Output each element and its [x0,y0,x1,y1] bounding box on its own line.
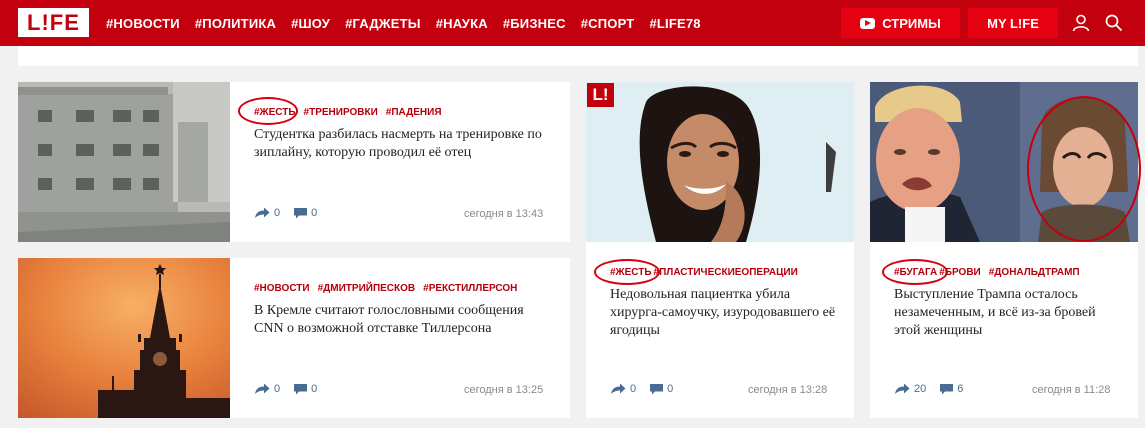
tag[interactable]: #ДОНАЛЬДТРАМП [989,267,1080,278]
nav-item-gadgets[interactable]: #ГАДЖЕТЫ [345,16,421,31]
tag[interactable]: #БРОВИ [939,267,980,278]
main-nav: #НОВОСТИ #ПОЛИТИКА #ШОУ #ГАДЖЕТЫ #НАУКА … [106,0,716,46]
card-2-title[interactable]: В Кремле считают голословными сообщения … [254,302,554,338]
card-3-title[interactable]: Недовольная пациентка убила хирурга-само… [610,286,840,340]
comment-icon[interactable] [650,383,664,395]
search-icon[interactable] [1104,13,1124,33]
tag[interactable]: #БУГАГА [894,267,937,278]
content-top-strip [18,46,1138,66]
card-4-tags: #БУГАГА #БРОВИ #ДОНАЛЬДТРАМП [894,267,1088,278]
share-icon[interactable] [610,383,626,395]
news-image-kremlin[interactable] [18,258,230,418]
card-3-time: сегодня в 13:28 [748,384,828,396]
youtube-icon [860,17,876,29]
card-3-meta: 0 0 [610,383,687,395]
nav-item-business[interactable]: #БИЗНЕС [503,16,566,31]
highlight-circle [1027,96,1141,242]
comment-count: 0 [311,383,318,395]
card-1-title[interactable]: Студентка разбилась насмерть на трениров… [254,126,544,162]
share-count: 0 [274,383,281,395]
card-1-time: сегодня в 13:43 [464,208,544,220]
nav-item-sport[interactable]: #СПОРТ [581,16,635,31]
share-count: 20 [914,383,927,395]
tag[interactable]: #ПАДЕНИЯ [386,107,442,118]
news-image-building[interactable] [18,82,230,242]
comment-count: 0 [311,207,318,219]
card-4-title[interactable]: Выступление Трампа осталось незамеченным… [894,286,1124,340]
nav-item-science[interactable]: #НАУКА [436,16,488,31]
life-badge: L! [587,83,614,107]
tag[interactable]: #ДМИТРИЙПЕСКОВ [318,283,416,294]
comment-icon[interactable] [294,207,308,219]
news-image-woman-smiling[interactable] [586,82,854,242]
card-2-time: сегодня в 13:25 [464,384,544,396]
card-4-time: сегодня в 11:28 [1032,384,1111,396]
comment-icon[interactable] [940,383,954,395]
tag[interactable]: #ЖЕСТЬ [610,267,652,278]
card-2-meta: 0 0 [254,383,331,395]
user-icon[interactable] [1071,13,1091,33]
tag[interactable]: #РЕКСТИЛЛЕРСОН [423,283,517,294]
streams-label: СТРИМЫ [882,15,941,31]
card-2-tags: #НОВОСТИ #ДМИТРИЙПЕСКОВ #РЕКСТИЛЛЕРСОН [254,283,525,294]
comment-count: 0 [667,383,674,395]
nav-item-life78[interactable]: #LIFE78 [649,16,700,31]
streams-button[interactable]: СТРИМЫ [841,8,960,38]
card-4-meta: 20 6 [894,383,977,395]
comment-icon[interactable] [294,383,308,395]
share-count: 0 [630,383,637,395]
tag[interactable]: #ПЛАСТИЧЕСКИЕОПЕРАЦИИ [654,267,798,278]
share-icon[interactable] [894,383,910,395]
share-count: 0 [274,207,281,219]
nav-item-politics[interactable]: #ПОЛИТИКА [195,16,276,31]
card-1-tags: #ЖЕСТЬ #ТРЕНИРОВКИ #ПАДЕНИЯ [254,107,450,118]
comment-count: 6 [957,383,964,395]
card-3-tags: #ЖЕСТЬ #ПЛАСТИЧЕСКИЕОПЕРАЦИИ [610,267,806,278]
top-navigation-bar: L!FE #НОВОСТИ #ПОЛИТИКА #ШОУ #ГАДЖЕТЫ #Н… [0,0,1145,46]
card-1-meta: 0 0 [254,207,331,219]
my-life-button[interactable]: MY L!FE [968,8,1058,38]
nav-item-news[interactable]: #НОВОСТИ [106,16,180,31]
life-logo[interactable]: L!FE [18,8,89,37]
nav-item-show[interactable]: #ШОУ [291,16,330,31]
tag[interactable]: #НОВОСТИ [254,283,310,294]
tag[interactable]: #ТРЕНИРОВКИ [304,107,378,118]
tag[interactable]: #ЖЕСТЬ [254,107,296,118]
share-icon[interactable] [254,207,270,219]
share-icon[interactable] [254,383,270,395]
